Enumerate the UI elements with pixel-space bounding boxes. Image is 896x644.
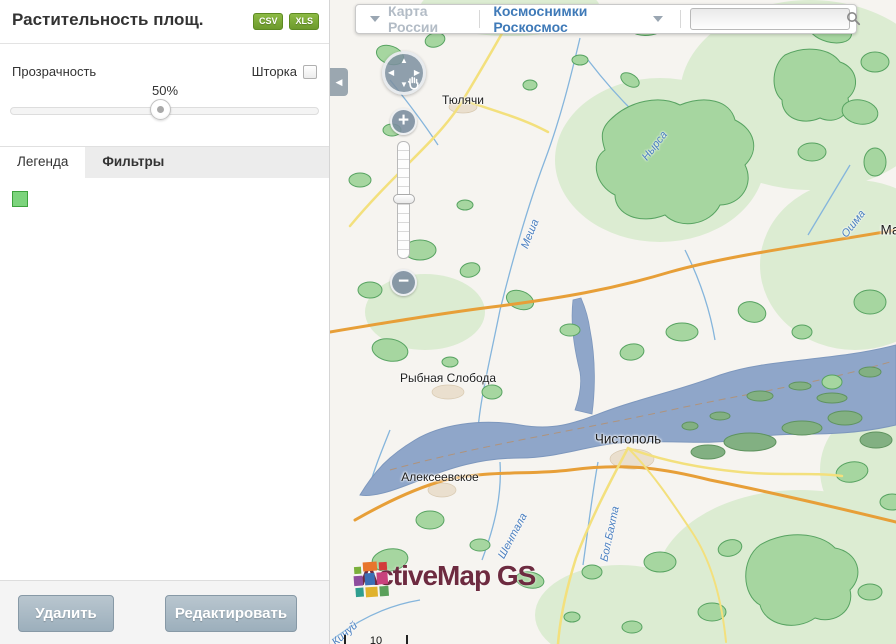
collapse-icon: ◀ [336, 77, 343, 87]
map-basemap [330, 0, 896, 644]
base-layer-selector[interactable]: Карта России [388, 3, 470, 35]
opacity-label: Прозрачность [12, 64, 96, 79]
scale-label: 10 [370, 635, 382, 644]
opacity-slider-zone: 50% [0, 79, 329, 129]
zoom-slider-track[interactable] [397, 141, 410, 259]
zoom-out-button[interactable]: − [390, 269, 417, 296]
chevron-down-icon[interactable] [653, 16, 663, 22]
opacity-value: 50% [145, 83, 185, 98]
minus-icon: − [398, 271, 409, 292]
opacity-slider-handle[interactable] [150, 99, 171, 120]
pan-up-icon[interactable]: ▲ [400, 57, 408, 65]
active-layer-selector[interactable]: Космоснимки Роскосмос [493, 3, 645, 35]
zoom-in-button[interactable]: + [390, 108, 417, 135]
pan-control[interactable]: ▲ ▼ ◀ ▶ [382, 51, 426, 95]
chevron-down-icon[interactable] [370, 16, 380, 22]
export-xls-button[interactable]: XLS [289, 13, 319, 30]
layer-switcher-bar: Карта России Космоснимки Роскосмос [355, 4, 857, 34]
edit-button[interactable]: Редактировать [165, 595, 297, 632]
curtain-label: Шторка [252, 64, 297, 79]
panel-footer: Удалить Редактировать [0, 580, 329, 644]
legend-swatch [12, 191, 28, 207]
divider [680, 10, 681, 28]
plus-icon: + [398, 110, 409, 131]
zoom-slider-handle[interactable] [393, 194, 415, 204]
scale-bar: 10 [344, 635, 408, 644]
search-input[interactable] [690, 8, 850, 30]
activemap-app: { "sidebar": { "title": "Растительность … [0, 0, 896, 644]
pan-left-icon[interactable]: ◀ [388, 69, 394, 77]
collapse-panel-button[interactable]: ◀ [330, 68, 348, 96]
panel-header: Растительность площ. CSV XLS [0, 0, 329, 44]
tab-filters[interactable]: Фильтры [85, 147, 181, 178]
panel-tabs: Легенда Фильтры [0, 146, 329, 178]
curtain-checkbox[interactable] [303, 65, 317, 79]
delete-button[interactable]: Удалить [18, 595, 114, 632]
legend-content [0, 178, 329, 580]
layer-panel: Растительность площ. CSV XLS Прозрачност… [0, 0, 330, 644]
export-csv-button[interactable]: CSV [253, 13, 284, 30]
search-box [690, 8, 850, 30]
divider [479, 10, 480, 28]
activemap-logo: ActiveMap GS [352, 560, 535, 592]
map-canvas[interactable]: Тюлячи Рыбная Слобода Чистополь Алексеев… [330, 0, 896, 644]
tab-legend[interactable]: Легенда [0, 147, 85, 178]
